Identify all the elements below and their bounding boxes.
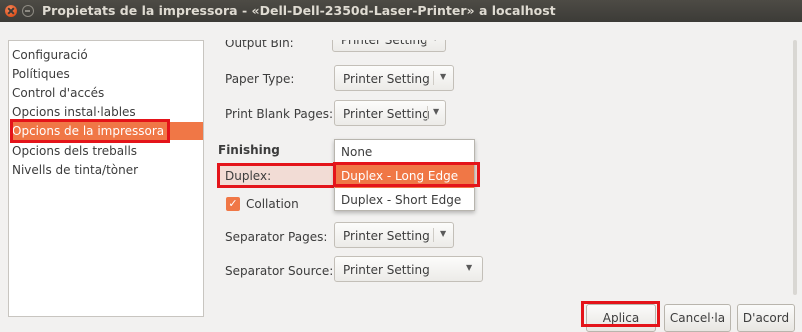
separator-pages-value: Printer Setting [343,229,430,243]
long-edge-highlight-box [333,162,480,187]
sidebar-item-control-acces[interactable]: Control d'accés [12,84,104,102]
sidebar-highlight-box [10,119,170,143]
paper-type-value: Printer Setting [343,72,430,86]
collation-checkbox[interactable]: ✓ [226,197,240,211]
duplex-highlight-box [217,163,338,188]
sidebar-item-configuracio[interactable]: Configuració [12,46,88,64]
finishing-section-title: Finishing [218,143,280,157]
print-blank-pages-value: Printer Setting [343,107,430,121]
print-blank-pages-select[interactable]: Printer Setting ▼ [334,100,446,126]
scroll-clip [210,22,790,40]
close-window-icon[interactable] [5,5,17,17]
collation-label: Collation [246,197,299,211]
separator-pages-label: Separator Pages: [225,230,328,244]
chevron-down-icon: ▼ [466,263,473,272]
paper-type-label: Paper Type: [225,72,295,86]
window-title: Propietats de la impressora - «Dell-Dell… [42,3,556,18]
sidebar: Configuració Polítiques Control d'accés … [8,40,204,317]
sidebar-item-opcions-treballs[interactable]: Opcions dels treballs [12,142,137,160]
paper-type-select[interactable]: Printer Setting ▼ [334,65,454,91]
print-blank-pages-label: Print Blank Pages: [225,107,334,121]
cancel-button[interactable]: Cancel·la [664,304,731,332]
scrollbar[interactable] [793,40,797,295]
apply-highlight-box [581,301,660,327]
sidebar-item-nivells-tinta[interactable]: Nivells de tinta/tòner [12,161,138,179]
separator-pages-select[interactable]: Printer Setting ▼ [334,222,454,248]
chevron-down-icon: ▼ [440,229,447,238]
separator-source-label: Separator Source: [225,264,334,278]
sidebar-item-politiques[interactable]: Polítiques [12,65,70,83]
chevron-down-icon: ▼ [440,72,447,81]
chevron-down-icon: ▼ [433,107,440,116]
duplex-option-none[interactable]: None [335,140,474,164]
duplex-option-short-edge[interactable]: Duplex - Short Edge [335,188,474,212]
separator-source-value: Printer Setting [343,263,430,277]
minimize-window-icon[interactable] [22,5,34,17]
separator-source-select[interactable]: Printer Setting ▼ [334,256,483,282]
title-bar: Propietats de la impressora - «Dell-Dell… [0,0,802,22]
ok-button[interactable]: D'acord [737,304,795,332]
